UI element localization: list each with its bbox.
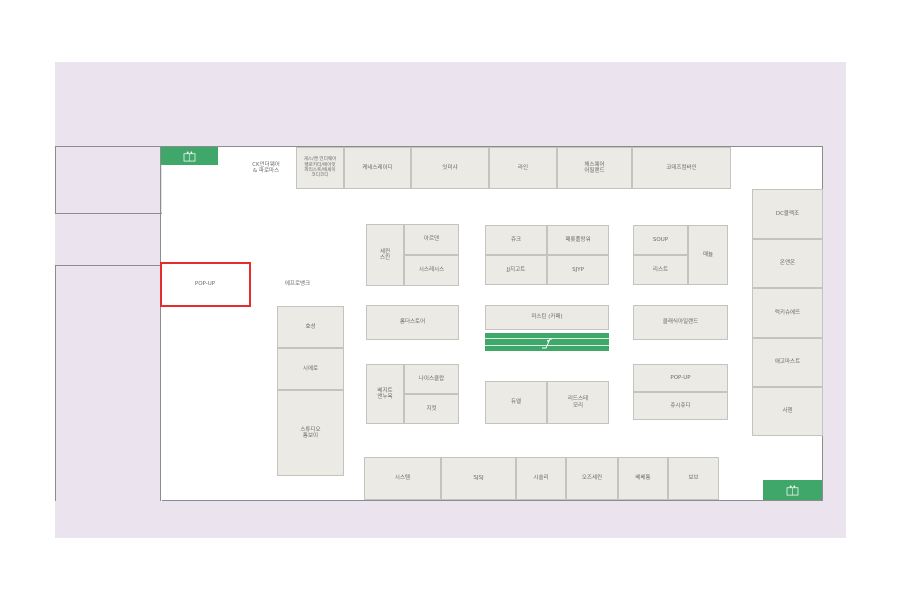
store-soup[interactable]: SOUP [633, 225, 688, 255]
store-mabel[interactable]: 매뉼 [688, 225, 728, 285]
store-shulin[interactable]: 시슬리 [516, 457, 566, 500]
store-inmaesa[interactable]: 잇미샤 [411, 147, 489, 189]
store-popup-right[interactable]: POP-UP [633, 364, 728, 392]
restroom-bottom[interactable] [763, 480, 822, 500]
store-classic-island[interactable]: 클래식아일랜드 [633, 305, 728, 340]
store-sieno[interactable]: 시에로 [277, 348, 344, 390]
store-popup-left[interactable]: POP-UP [161, 263, 249, 306]
escalator-icon [541, 335, 553, 349]
store-sahen[interactable]: 사헨 [752, 387, 823, 436]
store-ck-underwear[interactable]: CK언더웨어 & 파로마스 [236, 147, 296, 189]
store-tuckshop[interactable]: 럭키슈에뜨 [752, 288, 823, 338]
store-sjsj[interactable]: SJSJ [441, 457, 516, 500]
floor-corridor-cover-2 [56, 266, 160, 536]
store-bobo[interactable]: 보브 [668, 457, 719, 500]
store-bebebong[interactable]: 베베통 [618, 457, 668, 500]
store-codes-combine[interactable]: 코데즈컴바인 [632, 147, 731, 189]
store-mistin-cafe[interactable]: 미스틴 (카페) [485, 305, 609, 330]
floor-corridor-cover [56, 147, 162, 213]
store-lindcross[interactable]: 리드스테 모리 [547, 381, 609, 424]
store-arden[interactable]: 아르덴 [404, 224, 459, 255]
store-nice-claup[interactable]: 나이스클랍 [404, 364, 459, 394]
store-studio-tomboy[interactable]: 스튜디오 톰보이 [277, 390, 344, 476]
restroom-top[interactable] [161, 147, 218, 165]
store-eflowbank[interactable]: 에프로뱅크 [251, 263, 344, 306]
store-jj[interactable]: JJ지고트 [485, 255, 547, 285]
store-system[interactable]: 시스템 [364, 457, 441, 500]
floor-edge-left [55, 265, 161, 266]
store-liest[interactable]: 리스트 [633, 255, 688, 285]
store-lain[interactable]: 라인 [489, 147, 557, 189]
store-dc-black[interactable]: DC블랙조 [752, 189, 823, 239]
store-duel[interactable]: 듀엘 [485, 381, 547, 424]
store-sisley[interactable]: 시스레시스 [404, 255, 459, 286]
store-pepper[interactable]: 패롯플랑워 [547, 225, 609, 255]
store-roemstore[interactable]: 롬더스토어 [366, 305, 459, 340]
floor-edge-top [55, 213, 161, 214]
store-onandon[interactable]: 온앤온 [752, 239, 823, 288]
store-becky-stone[interactable]: 베지트 앤누욕 [366, 364, 404, 424]
store-ilsang[interactable]: 효성 [277, 306, 344, 348]
store-magforest[interactable]: 애고마스트 [752, 338, 823, 387]
store-stack[interactable]: 게스/켄 언더웨어 헬로키티/에이잇 파리스트/에세이 코디코디 [296, 147, 344, 189]
store-chess-wear[interactable]: 체스웨어 어필랜드 [557, 147, 632, 189]
store-ozsecon[interactable]: 오즈세컨 [566, 457, 618, 500]
restroom-icon [786, 481, 799, 500]
store-sechan-skin[interactable]: 세컨 스킨 [366, 224, 404, 286]
store-keneth-lady[interactable]: 케네스레이디 [344, 147, 411, 189]
restroom-icon [183, 147, 196, 166]
store-sjyp[interactable]: SJYP [547, 255, 609, 285]
store-tissyoody[interactable]: 쥬시쥬디 [633, 392, 728, 420]
store-zipper[interactable]: 지컷 [404, 394, 459, 424]
store-juke[interactable]: 쥬크 [485, 225, 547, 255]
escalator [485, 333, 609, 351]
